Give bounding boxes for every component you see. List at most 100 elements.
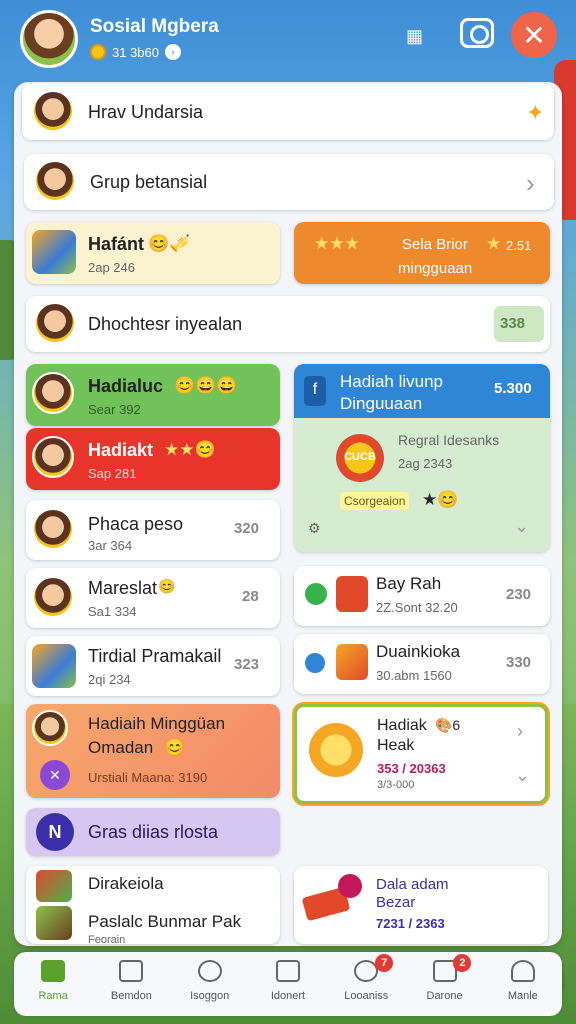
list-item-subtitle: 2Z.Sont 32.20 bbox=[376, 600, 458, 615]
card-hadiakt[interactable]: Hadiakt ★★😊 Sap 281 bbox=[26, 428, 280, 490]
card-sela-brior[interactable]: ★★★ Sela Brior ★ 2.51 mingguaan bbox=[294, 222, 550, 284]
card-title: Sela Brior bbox=[402, 236, 468, 253]
card-hadiaih-mingguan[interactable]: Hadiaih Minggüan Omadan 😊 ✕ Urstiali Maa… bbox=[26, 704, 280, 798]
card-subtitle: 3/3-000 bbox=[377, 779, 415, 791]
list-item-title: Phaca peso bbox=[88, 514, 184, 534]
emoji-icon: 😊 bbox=[164, 738, 186, 757]
star-icon: ★ bbox=[486, 234, 502, 253]
nav-label: Looaniss bbox=[344, 990, 389, 1002]
inbox-icon bbox=[275, 960, 300, 982]
avatar bbox=[32, 436, 74, 478]
list-item-dirakeiola[interactable]: Dirakeiola Paslalc Bunmar Pak Feorain bbox=[26, 866, 280, 944]
gift-icon bbox=[336, 644, 368, 680]
card-subtitle: Urstiali Maana: 3190 bbox=[88, 770, 208, 785]
emoji-icon: ★★😊 bbox=[164, 440, 216, 459]
list-item-value: 28 bbox=[242, 588, 259, 605]
coin-count: 31 3b60 bbox=[112, 44, 159, 60]
list-item-bay-rah[interactable]: Bay Rah 2Z.Sont 32.20 230 bbox=[294, 566, 550, 626]
emoji-icon: 🎨6 bbox=[435, 717, 461, 733]
list-item-title: Grup betansial bbox=[90, 172, 208, 192]
list-item-dhochtesr[interactable]: Dhochtesr inyealan 338 bbox=[26, 296, 550, 352]
nav-item-bemdon[interactable]: Bemdon bbox=[92, 952, 170, 1016]
nav-label: Bemdon bbox=[110, 990, 152, 1002]
list-item-title: Dirakeiola bbox=[88, 874, 164, 893]
emoji-icon: 😊 bbox=[158, 578, 176, 594]
nav-label: Darone bbox=[426, 990, 463, 1002]
list-item-mareslat[interactable]: Mareslat 😊 Sa1 334 28 bbox=[26, 568, 280, 628]
brand-icon: N bbox=[36, 813, 74, 851]
card-hadiak-highlight[interactable]: Hadiak 🎨6 Heak 353 / 20363 3/3-000 › ⌄ bbox=[294, 704, 548, 804]
card-title: Hadiaih Minggüan bbox=[88, 714, 226, 733]
nav-item-idonert[interactable]: Idonert bbox=[249, 952, 327, 1016]
nav-item-isoggon[interactable]: Isoggon bbox=[171, 952, 249, 1016]
nav-item-darone[interactable]: 2 Darone bbox=[405, 952, 483, 1016]
nav-label: Rama bbox=[38, 990, 68, 1002]
nav-label: Idonert bbox=[270, 990, 306, 1002]
list-item-title: Tirdial Pramakail bbox=[88, 646, 222, 666]
list-item-title-line2: Paslalc Bunmar Pak bbox=[88, 912, 242, 931]
list-item-title: Duainkioka bbox=[376, 642, 461, 661]
card-subtitle: Sap 281 bbox=[88, 466, 137, 481]
coin-icon bbox=[90, 44, 106, 60]
star-icon: ★★★ bbox=[314, 234, 360, 253]
list-item-title: Hrav Undarsia bbox=[88, 102, 204, 122]
list-item-value: 320 bbox=[234, 520, 260, 537]
card-title: Hadiah livunp bbox=[340, 372, 444, 391]
card-hafant[interactable]: Hafánt 😊🎺 2ap 246 bbox=[26, 222, 280, 284]
list-item-title-line2: Bezar bbox=[376, 894, 416, 911]
avatar bbox=[34, 302, 76, 344]
chevron-right-icon[interactable]: › bbox=[526, 168, 535, 199]
list-item-subtitle: 30.abm 1560 bbox=[376, 668, 452, 683]
card-title: Hadialuc bbox=[88, 376, 164, 396]
gift-icon bbox=[336, 576, 368, 612]
gear-icon[interactable]: ⚙ bbox=[308, 520, 321, 537]
cuc-badge-icon: CUCB bbox=[336, 434, 384, 482]
list-item-subtitle: 2qi 234 bbox=[88, 672, 131, 687]
chevron-down-icon[interactable]: ⌄ bbox=[514, 516, 529, 537]
list-item-value: 323 bbox=[234, 656, 260, 673]
card-subtitle: mingguaan bbox=[398, 260, 473, 277]
card-title: Hadiak bbox=[377, 717, 427, 734]
card-hadiah-livunp[interactable]: f Hadiah livunp Dinguuaan 5.300 CUCB Reg… bbox=[294, 364, 550, 552]
card-hadialuc[interactable]: Hadialuc 😊😄😄 Sear 392 bbox=[26, 364, 280, 426]
nav-item-looaniss[interactable]: 7 Looaniss bbox=[327, 952, 405, 1016]
close-button[interactable]: ✕ bbox=[511, 12, 557, 58]
facebook-icon: f bbox=[304, 376, 326, 406]
list-item-subtitle: 7231 / 2363 bbox=[376, 916, 445, 931]
value-badge: 338 bbox=[494, 306, 544, 342]
list-item-dala-adam[interactable]: Dala adam Bezar 7231 / 2363 bbox=[294, 866, 548, 944]
emoji-icon: 😊😄😄 bbox=[174, 376, 238, 395]
list-item-group[interactable]: Grup betansial › bbox=[24, 154, 554, 210]
nav-item-rama[interactable]: Rama bbox=[14, 952, 92, 1016]
list-item-phaca-peso[interactable]: Phaca peso 3ar 364 320 bbox=[26, 500, 280, 560]
list-item-tirdial[interactable]: Tirdial Pramakail 2qi 234 323 bbox=[26, 636, 280, 696]
list-item-gras-diias[interactable]: N Gras diias rlosta bbox=[26, 808, 280, 856]
emoji-icon: 😊🎺 bbox=[148, 234, 191, 253]
card-title: Hadiakt bbox=[88, 440, 154, 460]
list-item-title: Gras diias rlosta bbox=[88, 822, 219, 842]
list-item-undarsia[interactable]: Hrav Undarsia ✦ bbox=[22, 84, 554, 140]
list-item-subtitle: 3ar 364 bbox=[88, 538, 133, 553]
chevron-down-icon[interactable]: ⌄ bbox=[515, 765, 530, 786]
card-title-line2: Omadan bbox=[88, 738, 154, 757]
notification-badge: 7 bbox=[375, 954, 394, 972]
home-icon bbox=[41, 960, 66, 982]
camera-icon[interactable] bbox=[460, 18, 494, 48]
list-item-duainkioka[interactable]: Duainkioka 30.abm 1560 330 bbox=[294, 634, 550, 694]
nav-item-manle[interactable]: Manle bbox=[484, 952, 562, 1016]
grid-icon[interactable]: ▦ bbox=[406, 26, 423, 47]
profile-avatar[interactable] bbox=[20, 10, 78, 68]
chevron-right-icon[interactable]: › bbox=[165, 44, 181, 60]
list-item-value: 230 bbox=[506, 586, 532, 603]
header: Sosial Mgbera 31 3b60 › ▦ ✕ bbox=[0, 0, 576, 82]
notification-badge: 2 bbox=[453, 954, 472, 972]
list-item-title: Dhochtesr inyealan bbox=[88, 314, 243, 334]
sparkle-icon[interactable]: ✦ bbox=[526, 100, 544, 126]
chevron-up-icon[interactable]: › bbox=[517, 721, 523, 742]
card-value: 2.51 bbox=[506, 238, 532, 253]
app-title: Sosial Mgbera bbox=[90, 16, 219, 37]
close-icon: ✕ bbox=[522, 19, 546, 51]
inner-subtitle: 2ag 2343 bbox=[398, 456, 453, 471]
avatar bbox=[32, 710, 68, 746]
tag-label: Csorgeaion bbox=[340, 492, 410, 510]
